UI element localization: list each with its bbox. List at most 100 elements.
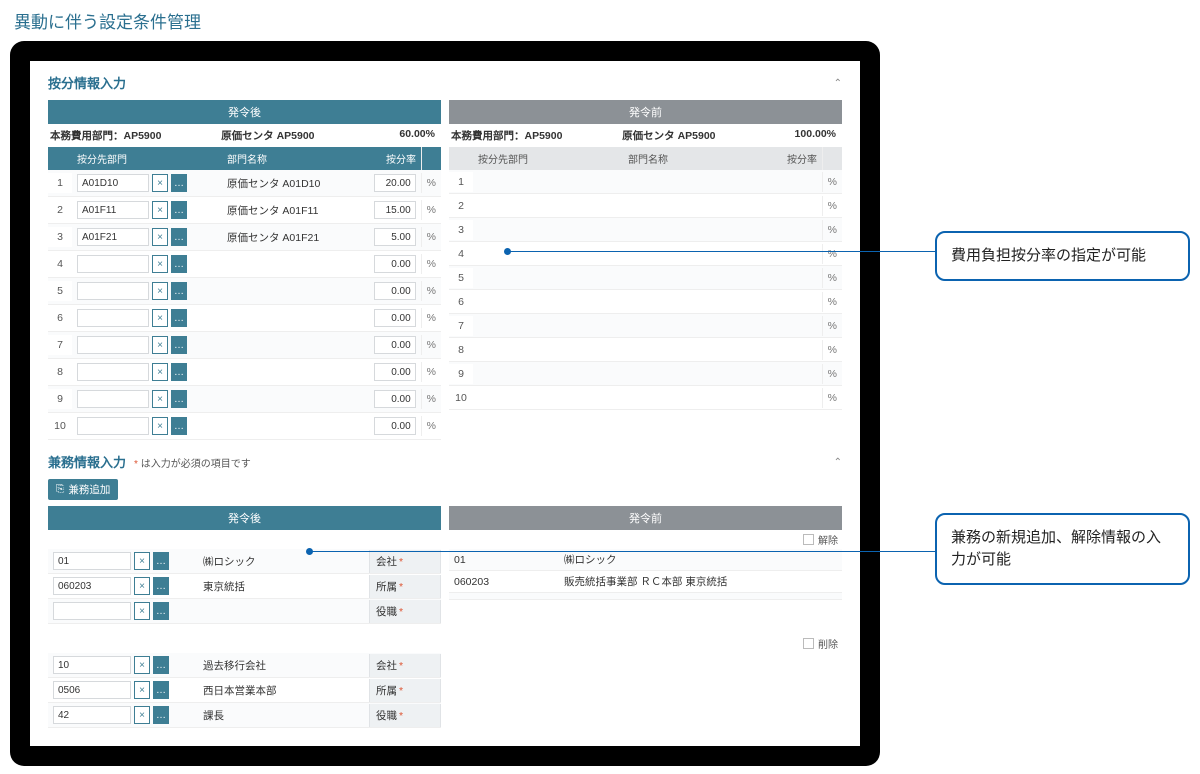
clear-button[interactable]: ×: [152, 309, 168, 327]
code-input[interactable]: 060203: [53, 577, 131, 595]
clear-button[interactable]: ×: [134, 602, 150, 620]
rate-value: [768, 370, 822, 378]
collapse-icon[interactable]: ⌃: [834, 78, 842, 89]
list-item: 01㈱ロシック: [449, 549, 842, 571]
lookup-button[interactable]: …: [171, 390, 187, 408]
dept-code-input[interactable]: [77, 282, 149, 300]
lookup-button[interactable]: …: [171, 282, 187, 300]
lookup-button[interactable]: …: [171, 201, 187, 219]
delete-checkbox[interactable]: [803, 638, 814, 649]
dept-code-input[interactable]: [77, 417, 149, 435]
lookup-button[interactable]: …: [153, 706, 169, 724]
clear-button[interactable]: ×: [152, 336, 168, 354]
clear-button[interactable]: ×: [134, 552, 150, 570]
rate-input[interactable]: 0.00: [374, 417, 416, 435]
row-index: 4: [48, 254, 72, 274]
rate-input[interactable]: 0.00: [374, 282, 416, 300]
lookup-button[interactable]: …: [171, 336, 187, 354]
unit-label: %: [822, 364, 842, 384]
table-row: 4×…0.00%: [48, 251, 441, 278]
clear-button[interactable]: ×: [152, 363, 168, 381]
code-input[interactable]: 01: [53, 552, 131, 570]
code-input[interactable]: [53, 602, 131, 620]
field-label: 役職*: [369, 600, 441, 623]
clear-button[interactable]: ×: [152, 390, 168, 408]
clear-button[interactable]: ×: [134, 681, 150, 699]
dept-code-input[interactable]: A01F21: [77, 228, 149, 246]
allocation-before-pane: 発令前 本務費用部門：AP5900 原価センタ AP5900 100.00% 按…: [449, 100, 842, 440]
row-index: 10: [449, 388, 473, 408]
field-label: 所属*: [369, 679, 441, 702]
concurrent-after-block: 01×…㈱ロシック会社*060203×…東京統括所属*×…役職*: [48, 549, 441, 624]
rate-input[interactable]: 0.00: [374, 336, 416, 354]
clear-button[interactable]: ×: [134, 577, 150, 595]
row-index: 2: [48, 200, 72, 220]
clear-button[interactable]: ×: [134, 656, 150, 674]
lookup-button[interactable]: …: [153, 552, 169, 570]
clear-button[interactable]: ×: [152, 174, 168, 192]
dept-code-input[interactable]: [77, 336, 149, 354]
clear-button[interactable]: ×: [152, 417, 168, 435]
rate-input[interactable]: 20.00: [374, 174, 416, 192]
summary-dept: 本務費用部門：AP5900: [50, 128, 221, 143]
clear-button[interactable]: ×: [134, 706, 150, 724]
dept-code-input[interactable]: [77, 363, 149, 381]
lookup-button[interactable]: …: [171, 228, 187, 246]
rate-input[interactable]: 15.00: [374, 201, 416, 219]
lookup-button[interactable]: …: [171, 417, 187, 435]
unit-label: %: [822, 340, 842, 360]
code-input[interactable]: 10: [53, 656, 131, 674]
lookup-button[interactable]: …: [171, 363, 187, 381]
release-checkbox[interactable]: [803, 534, 814, 545]
dept-code-input[interactable]: [77, 390, 149, 408]
clear-button[interactable]: ×: [152, 201, 168, 219]
row-index: 3: [48, 227, 72, 247]
field-label: 役職*: [369, 704, 441, 727]
code-input[interactable]: 42: [53, 706, 131, 724]
dept-code-input[interactable]: [77, 309, 149, 327]
lookup-button[interactable]: …: [171, 309, 187, 327]
lookup-button[interactable]: …: [153, 656, 169, 674]
table-row: 7%: [449, 314, 842, 338]
code-value: 060203: [449, 573, 559, 591]
add-concurrent-button[interactable]: ⎘ 兼務追加: [48, 479, 118, 500]
table-row: 6%: [449, 290, 842, 314]
clear-button[interactable]: ×: [152, 228, 168, 246]
rate-input[interactable]: 0.00: [374, 390, 416, 408]
row-index: 9: [449, 364, 473, 384]
lookup-button[interactable]: …: [171, 174, 187, 192]
rate-input[interactable]: 0.00: [374, 309, 416, 327]
lookup-button[interactable]: …: [171, 255, 187, 273]
unit-label: %: [421, 308, 441, 328]
table-row: 9×…0.00%: [48, 386, 441, 413]
allocation-section-title: 按分情報入力: [48, 73, 126, 92]
clear-button[interactable]: ×: [152, 255, 168, 273]
dept-name: 原価センタ A01D10: [222, 172, 367, 195]
table-row: 8×…0.00%: [48, 359, 441, 386]
annotation-concurrent: 兼務の新規追加、解除情報の入力が可能: [935, 513, 1190, 585]
allocation-after-pane: 発令後 本務費用部門：AP5900 原価センタ AP5900 60.00% 按分…: [48, 100, 441, 440]
col-name: 部門名称: [623, 147, 768, 170]
dept-code-input[interactable]: [77, 255, 149, 273]
table-row: 2%: [449, 194, 842, 218]
collapse-icon[interactable]: ⌃: [834, 457, 842, 468]
lookup-button[interactable]: …: [153, 602, 169, 620]
tablet-frame: 按分情報入力 ⌃ 発令後 本務費用部門：AP5900 原価センタ AP5900 …: [10, 41, 880, 766]
rate-input[interactable]: 0.00: [374, 363, 416, 381]
table-row: 1A01D10×…原価センタ A01D1020.00%: [48, 170, 441, 197]
dept-code-input[interactable]: A01F11: [77, 201, 149, 219]
rate-input[interactable]: 0.00: [374, 255, 416, 273]
rate-input[interactable]: 5.00: [374, 228, 416, 246]
clear-button[interactable]: ×: [152, 282, 168, 300]
code-input[interactable]: 0506: [53, 681, 131, 699]
table-row: 7×…0.00%: [48, 332, 441, 359]
lookup-button[interactable]: …: [153, 681, 169, 699]
rate-value: [768, 274, 822, 282]
lookup-button[interactable]: …: [153, 577, 169, 595]
release-label: 解除: [818, 532, 838, 547]
dept-code-input[interactable]: A01D10: [77, 174, 149, 192]
rate-value: [768, 202, 822, 210]
annotation-line: [507, 251, 939, 252]
list-item: 01×…㈱ロシック会社*: [48, 549, 441, 574]
rate-value: [768, 226, 822, 234]
